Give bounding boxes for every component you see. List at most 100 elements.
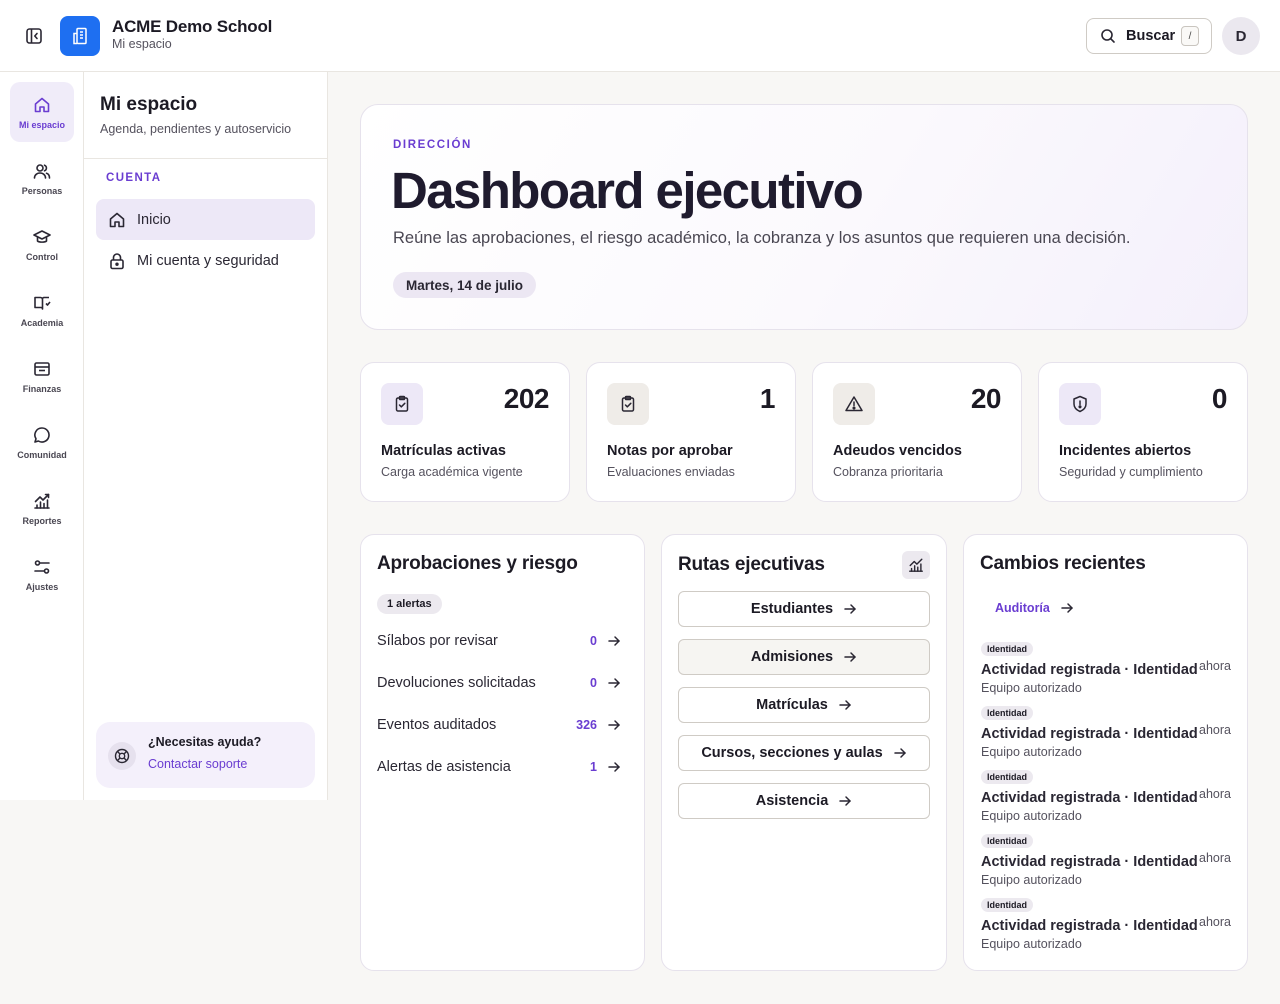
rail-item-ajustes[interactable]: Ajustes	[10, 544, 74, 604]
change-title: Actividad registrada · Identidad	[981, 790, 1198, 806]
risk-count: 0	[590, 676, 597, 690]
hero-banner: DIRECCIÓN Dashboard ejecutivo Reúne las …	[360, 104, 1248, 330]
chart-icon	[31, 490, 53, 512]
route-label: Admisiones	[750, 649, 834, 665]
workspace-subtitle: Mi espacio	[112, 37, 172, 51]
sidebar-item-mi-cuenta[interactable]: Mi cuenta y seguridad	[96, 240, 315, 281]
rail-item-mi-espacio[interactable]: Mi espacio	[10, 82, 74, 142]
rail-item-academia[interactable]: Academia	[10, 280, 74, 340]
lifebuoy-icon	[108, 742, 136, 770]
risk-label: Eventos auditados	[377, 717, 497, 733]
risk-label: Alertas de asistencia	[377, 759, 511, 775]
stat-label: Matrículas activas	[381, 443, 506, 459]
risk-row-eventos[interactable]: Eventos auditados 326	[377, 713, 621, 737]
arrow-right-icon	[893, 746, 907, 760]
stat-label: Notas por aprobar	[607, 443, 733, 459]
rail-item-control[interactable]: Control	[10, 214, 74, 274]
recent-changes-panel: Cambios recientes Auditoría Identidad Ac…	[963, 534, 1248, 971]
change-tag: Identidad	[981, 898, 1033, 912]
risk-count: 0	[590, 634, 597, 648]
route-label: Asistencia	[755, 793, 829, 809]
route-button-cursos[interactable]: Cursos, secciones y aulas	[678, 735, 930, 771]
page-description: Reúne las aprobaciones, el riesgo académ…	[393, 229, 1131, 247]
change-actor: Equipo autorizado	[981, 937, 1082, 951]
sidebar-toggle-button[interactable]	[20, 22, 48, 50]
sidebar-item-label: Inicio	[137, 211, 171, 228]
change-title: Actividad registrada · Identidad	[981, 854, 1198, 870]
route-label: Matrículas	[756, 697, 828, 713]
sidebar-item-inicio[interactable]: Inicio	[96, 199, 315, 240]
sidebar-section-heading: CUENTA	[106, 172, 162, 184]
sidebar-collapse-icon	[25, 27, 43, 45]
rail-item-finanzas[interactable]: Finanzas	[10, 346, 74, 406]
arrow-right-icon	[607, 634, 621, 648]
sidebar-title: Mi espacio	[100, 94, 198, 115]
hero-kicker: DIRECCIÓN	[393, 139, 472, 151]
rail-item-reportes[interactable]: Reportes	[10, 478, 74, 538]
chart-icon[interactable]	[902, 551, 930, 579]
change-item[interactable]: Identidad Actividad registrada · Identid…	[981, 706, 1231, 766]
change-time: ahora	[1199, 787, 1231, 801]
stat-label: Incidentes abiertos	[1059, 443, 1192, 459]
risk-row-devoluciones[interactable]: Devoluciones solicitadas 0	[377, 671, 621, 695]
rail-item-comunidad[interactable]: Comunidad	[10, 412, 74, 472]
rail-label: Academia	[20, 318, 64, 328]
approvals-risk-panel: Aprobaciones y riesgo 1 alertas Sílabos …	[360, 534, 645, 971]
change-item[interactable]: Identidad Actividad registrada · Identid…	[981, 642, 1231, 702]
stat-card-adeudos[interactable]: 20 Adeudos vencidos Cobranza prioritaria	[812, 362, 1022, 502]
rail-label: Reportes	[22, 516, 62, 526]
panel-title: Aprobaciones y riesgo	[377, 553, 578, 574]
route-label: Cursos, secciones y aulas	[701, 745, 883, 761]
change-time: ahora	[1199, 723, 1231, 737]
search-button[interactable]: Buscar /	[1086, 18, 1212, 54]
risk-label: Devoluciones solicitadas	[377, 675, 536, 691]
rail-label: Finanzas	[22, 384, 62, 394]
arrow-right-icon	[607, 676, 621, 690]
change-title: Actividad registrada · Identidad	[981, 662, 1198, 678]
home-icon	[108, 211, 126, 229]
stat-card-notas[interactable]: 1 Notas por aprobar Evaluaciones enviada…	[586, 362, 796, 502]
change-item[interactable]: Identidad Actividad registrada · Identid…	[981, 898, 1231, 958]
arrow-right-icon	[838, 698, 852, 712]
rail-item-personas[interactable]: Personas	[10, 148, 74, 208]
clipboard-check-icon	[381, 383, 423, 425]
route-button-admisiones[interactable]: Admisiones	[678, 639, 930, 675]
arrow-right-icon	[843, 602, 857, 616]
stat-card-incidentes[interactable]: 0 Incidentes abiertos Seguridad y cumpli…	[1038, 362, 1248, 502]
route-button-matriculas[interactable]: Matrículas	[678, 687, 930, 723]
change-item[interactable]: Identidad Actividad registrada · Identid…	[981, 770, 1231, 830]
users-icon	[31, 160, 53, 182]
route-button-asistencia[interactable]: Asistencia	[678, 783, 930, 819]
date-badge: Martes, 14 de julio	[393, 272, 537, 298]
change-time: ahora	[1199, 915, 1231, 929]
sliders-icon	[31, 556, 53, 578]
search-shortcut-key: /	[1181, 26, 1199, 46]
arrow-right-icon	[607, 718, 621, 732]
help-title: ¿Necesitas ayuda?	[148, 735, 262, 749]
audit-link[interactable]: Auditoría	[995, 601, 1074, 615]
rail-label: Comunidad	[17, 450, 67, 460]
risk-row-asistencia[interactable]: Alertas de asistencia 1	[377, 755, 621, 779]
change-title: Actividad registrada · Identidad	[981, 918, 1198, 934]
page-title: Dashboard ejecutivo	[391, 162, 864, 219]
rail-label: Mi espacio	[18, 120, 65, 130]
user-avatar[interactable]: D	[1222, 17, 1260, 55]
school-logo[interactable]	[60, 16, 100, 56]
change-tag: Identidad	[981, 642, 1033, 656]
top-bar: ACME Demo School Mi espacio Buscar / D	[0, 0, 1280, 72]
stat-subtitle: Carga académica vigente	[381, 465, 523, 479]
risk-count: 1	[590, 760, 597, 774]
risk-row-silabos[interactable]: Sílabos por revisar 0	[377, 629, 621, 653]
stat-subtitle: Cobranza prioritaria	[833, 465, 943, 479]
home-icon	[31, 94, 53, 116]
audit-link-label: Auditoría	[995, 601, 1050, 615]
change-tag: Identidad	[981, 706, 1033, 720]
change-item[interactable]: Identidad Actividad registrada · Identid…	[981, 834, 1231, 894]
stat-card-matriculas[interactable]: 202 Matrículas activas Carga académica v…	[360, 362, 570, 502]
contact-support-link[interactable]: Contactar soporte	[148, 757, 247, 771]
search-icon	[1100, 28, 1116, 44]
arrow-right-icon	[1060, 601, 1074, 615]
rail-label: Personas	[21, 186, 63, 196]
route-button-estudiantes[interactable]: Estudiantes	[678, 591, 930, 627]
stat-value: 202	[503, 383, 550, 414]
